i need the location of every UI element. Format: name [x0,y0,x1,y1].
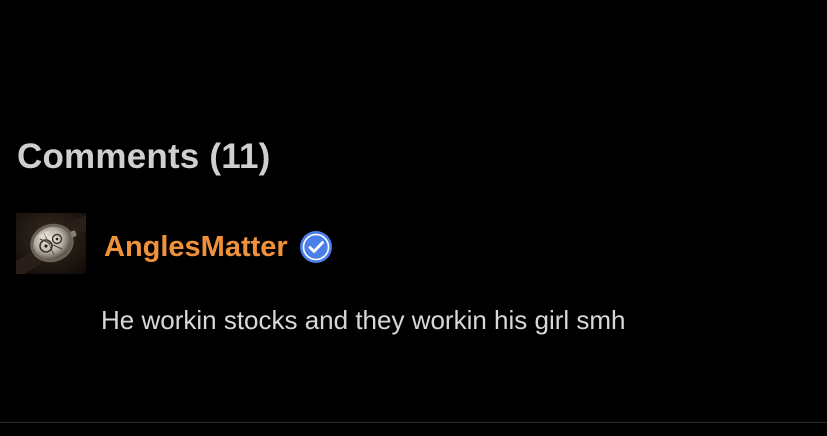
comments-page: Comments (11) AnglesMatter He workin sto… [0,0,827,436]
comment-author: AnglesMatter [104,230,333,264]
divider [0,422,827,423]
user-avatar[interactable] [16,213,86,274]
verified-check-icon [299,230,333,264]
comment-text: He workin stocks and they workin his gir… [101,305,626,335]
watch-avatar-image [16,213,86,274]
comments-heading: Comments (11) [17,137,271,176]
username-link[interactable]: AnglesMatter [104,231,288,264]
